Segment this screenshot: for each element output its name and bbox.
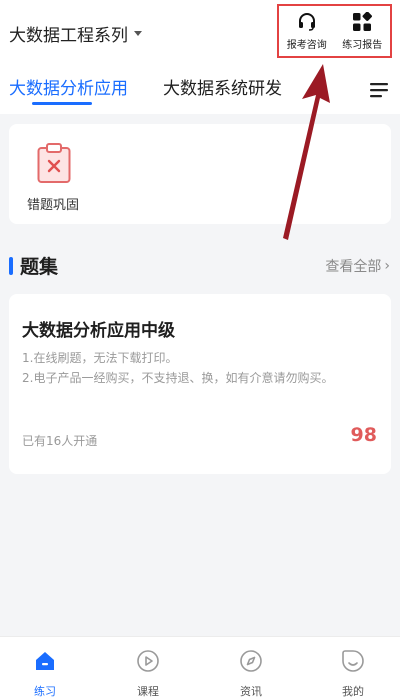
nav-practice-label: 练习 <box>34 685 56 698</box>
practice-report-label: 练习报告 <box>342 39 383 51</box>
exam-consult-label: 报考咨询 <box>286 39 327 51</box>
active-tab-indicator <box>32 102 92 105</box>
quick-entry-card: 错题巩固 <box>9 124 391 224</box>
section-accent-bar <box>9 257 13 275</box>
compass-icon <box>240 650 262 672</box>
wrong-questions-button[interactable]: 错题巩固 <box>20 140 86 213</box>
play-circle-icon <box>137 650 159 672</box>
question-set-card[interactable]: 大数据分析应用中级 1.在线刷题，无法下载打印。 2.电子产品一经购买，不支持退… <box>9 294 391 474</box>
tab-big-data-analysis[interactable]: 大数据分析应用 <box>9 74 128 99</box>
wrong-questions-label: 错题巩固 <box>26 198 79 213</box>
category-tabs: 大数据分析应用 大数据系统研发 <box>0 64 400 114</box>
nav-news-label: 资讯 <box>240 685 262 698</box>
view-all-label: 查看全部 <box>325 259 382 275</box>
top-bar: 大数据工程系列 报考咨询 练习报告 <box>0 0 400 64</box>
view-all-link[interactable]: 查看全部 › <box>325 256 390 276</box>
description-line-1: 1.在线刷题，无法下载打印。 <box>22 351 178 365</box>
nav-courses[interactable]: 课程 <box>108 637 188 698</box>
chevron-right-icon: › <box>384 258 390 274</box>
price: 98 <box>350 424 377 446</box>
top-actions-highlight: 报考咨询 练习报告 <box>277 4 392 58</box>
nav-courses-label: 课程 <box>137 685 159 698</box>
nav-profile[interactable]: 我的 <box>313 637 393 698</box>
bottom-nav: 练习 课程 资讯 我的 <box>0 636 400 698</box>
question-set-description: 1.在线刷题，无法下载打印。 2.电子产品一经购买，不支持退、换，如有介意请勿购… <box>22 348 372 388</box>
tab-big-data-system-dev[interactable]: 大数据系统研发 <box>163 74 282 99</box>
nav-profile-label: 我的 <box>342 685 364 698</box>
caret-down-icon <box>134 30 142 36</box>
question-set-section-header: 题集 查看全部 › <box>0 248 400 284</box>
menu-icon[interactable] <box>369 80 389 100</box>
smile-face-icon <box>342 650 364 672</box>
exam-consult-button[interactable]: 报考咨询 <box>279 6 335 56</box>
home-icon <box>36 652 54 670</box>
nav-news[interactable]: 资讯 <box>211 637 291 698</box>
nav-practice[interactable]: 练习 <box>5 637 85 698</box>
grid-apps-icon <box>353 11 373 31</box>
clipboard-x-icon <box>37 143 71 183</box>
series-selector[interactable]: 大数据工程系列 <box>9 20 142 46</box>
series-title: 大数据工程系列 <box>9 25 128 46</box>
description-line-2: 2.电子产品一经购买，不支持退、换，如有介意请勿购买。 <box>22 371 334 385</box>
enrolled-count: 已有16人开通 <box>22 434 98 448</box>
question-set-title: 大数据分析应用中级 <box>22 321 175 341</box>
practice-report-button[interactable]: 练习报告 <box>335 6 391 56</box>
headset-icon <box>298 12 315 31</box>
section-title: 题集 <box>20 256 59 278</box>
